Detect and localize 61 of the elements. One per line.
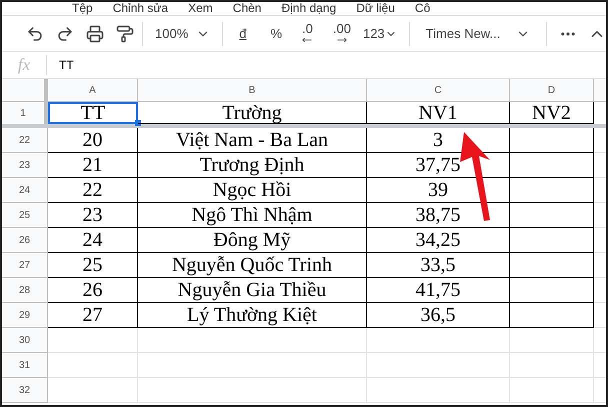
- table-cell: Nguyễn Quốc Trinh: [138, 253, 367, 278]
- table-cell: Nguyễn Gia Thiều: [138, 278, 367, 303]
- table-cell: 22: [48, 178, 138, 203]
- table-cell: 23: [48, 203, 138, 228]
- row-header[interactable]: 26: [2, 228, 48, 253]
- table-cell[interactable]: NV1: [367, 102, 510, 124]
- menu-item[interactable]: Tệp: [72, 2, 93, 15]
- formula-field[interactable]: TT: [47, 56, 606, 74]
- row-header[interactable]: 30: [2, 328, 48, 353]
- currency-button[interactable]: đ: [231, 24, 254, 44]
- number-format-dropdown[interactable]: 123: [358, 24, 401, 44]
- percent-button[interactable]: %: [262, 24, 290, 44]
- table-cell: Lý Thường Kiệt: [138, 303, 367, 328]
- font-dropdown[interactable]: Times New...: [418, 24, 538, 44]
- table-cell: 41,75: [367, 278, 510, 303]
- row-header[interactable]: 23: [2, 153, 48, 178]
- table-cell: 21: [48, 153, 138, 178]
- print-icon[interactable]: [86, 24, 104, 42]
- undo-icon[interactable]: [26, 24, 44, 42]
- table-cell: Đông Mỹ: [138, 228, 367, 253]
- formula-label: fx: [16, 54, 32, 76]
- row-header[interactable]: 27: [2, 253, 48, 278]
- menu-item[interactable]: Dữ liệu: [356, 2, 395, 15]
- table-cell: 34,25: [367, 228, 510, 253]
- row-header[interactable]: 1: [2, 102, 48, 124]
- row-header[interactable]: 31: [2, 353, 48, 378]
- row-header[interactable]: 25: [2, 203, 48, 228]
- paint-format-icon[interactable]: [116, 24, 134, 42]
- column-header[interactable]: B: [138, 79, 367, 101]
- table-cell: 24: [48, 228, 138, 253]
- row-header[interactable]: 24: [2, 178, 48, 203]
- table-cell: Trương Định: [138, 153, 367, 178]
- table-cell[interactable]: TT: [48, 102, 138, 124]
- table-cell: 20: [48, 128, 138, 153]
- table-cell: Việt Nam - Ba Lan: [138, 128, 367, 153]
- menu-item[interactable]: Định dạng: [281, 2, 336, 15]
- row-header[interactable]: 32: [2, 378, 48, 403]
- decrease-decimals-button[interactable]: .0: [298, 22, 317, 44]
- table-cell: 36,5: [367, 303, 510, 328]
- column-header[interactable]: A: [48, 79, 138, 101]
- row-header[interactable]: 28: [2, 278, 48, 303]
- increase-decimals-button[interactable]: .00: [328, 22, 355, 44]
- menu-item[interactable]: Cô: [414, 2, 430, 15]
- table-cell[interactable]: NV2: [510, 102, 594, 124]
- column-header[interactable]: D: [510, 79, 594, 101]
- menu-item[interactable]: Chỉnh sửa: [112, 2, 168, 15]
- table-cell: 26: [48, 278, 138, 303]
- fill-handle[interactable]: [135, 120, 141, 126]
- table-cell: Ngọc Hồi: [138, 178, 367, 203]
- row-header[interactable]: 29: [2, 303, 48, 328]
- column-header[interactable]: C: [367, 79, 510, 101]
- table-cell: 33,5: [367, 253, 510, 278]
- row-header[interactable]: 22: [2, 128, 48, 153]
- redo-icon[interactable]: [56, 24, 74, 42]
- table-cell: Ngô Thì Nhậm: [138, 203, 367, 228]
- menu-item[interactable]: Chèn: [232, 2, 262, 15]
- table-cell[interactable]: Trường: [138, 102, 367, 124]
- table-cell: 25: [48, 253, 138, 278]
- zoom-dropdown[interactable]: 100%: [151, 24, 214, 44]
- menu-item[interactable]: Xem: [188, 2, 213, 15]
- table-cell: 27: [48, 303, 138, 328]
